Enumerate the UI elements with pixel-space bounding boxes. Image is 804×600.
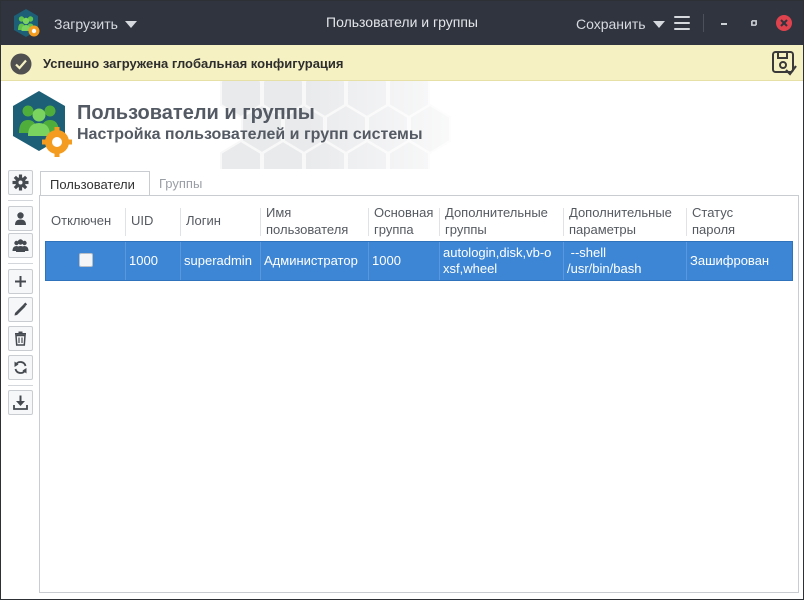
app-logo-icon	[14, 9, 40, 37]
banner-title: Пользователи и группы	[77, 102, 315, 124]
column-header-password-status[interactable]: Статус пароля	[686, 201, 793, 240]
table-header: Отключен UID Логин Имя пользователя Осно…	[45, 201, 793, 240]
header-banner: Пользователи и группы Настройка пользова…	[1, 81, 803, 169]
chevron-down-icon	[124, 21, 137, 28]
refresh-button[interactable]	[8, 355, 33, 380]
gear-icon	[12, 174, 29, 191]
maximize-button[interactable]	[746, 15, 762, 31]
check-circle-icon	[10, 53, 32, 75]
column-header-username[interactable]: Имя пользователя	[260, 201, 368, 240]
cell-extra-groups: autologin,disk,vb-oxsf,wheel	[439, 242, 563, 280]
cell-primary-group: 1000	[368, 242, 439, 280]
users-groups-logo-icon	[13, 91, 72, 157]
cell-extra-params: --shell /usr/bin/bash	[563, 242, 686, 280]
settings-button[interactable]	[8, 170, 33, 195]
cell-uid: 1000	[125, 242, 180, 280]
edit-icon	[14, 302, 28, 316]
add-button[interactable]	[8, 269, 33, 294]
toolbar-divider	[8, 200, 33, 201]
hamburger-menu-icon[interactable]	[674, 16, 690, 30]
notification-bar: Успешно загружена глобальная конфигураци…	[1, 45, 803, 81]
save-label: Сохранить	[576, 16, 646, 32]
banner-subtitle: Настройка пользователей и групп системы	[77, 126, 423, 143]
delete-button[interactable]	[8, 326, 33, 351]
save-menu-button[interactable]: Сохранить	[576, 14, 665, 34]
toolbar-divider	[8, 263, 33, 264]
cell-username: Администратор	[260, 242, 368, 280]
add-icon	[15, 276, 26, 287]
group-icon	[12, 239, 29, 252]
app-window: Загрузить Пользователи и группы Сохранит…	[0, 0, 804, 600]
groups-view-button[interactable]	[8, 233, 33, 258]
minimize-button[interactable]	[717, 15, 731, 31]
title-bar: Загрузить Пользователи и группы Сохранит…	[1, 1, 803, 45]
column-header-extra-groups[interactable]: Дополнительные группы	[439, 201, 563, 240]
table-row[interactable]: 1000 superadmin Администратор 1000 autol…	[45, 241, 793, 281]
tab-users[interactable]: Пользователи	[40, 171, 150, 196]
refresh-icon	[14, 361, 27, 374]
load-menu-button[interactable]: Загрузить	[54, 14, 137, 34]
close-button[interactable]	[776, 15, 792, 31]
column-header-uid[interactable]: UID	[125, 201, 180, 240]
users-view-button[interactable]	[8, 206, 33, 231]
hexagon-background	[201, 81, 501, 169]
cell-login: superadmin	[180, 242, 260, 280]
user-icon	[15, 212, 26, 225]
download-button[interactable]	[8, 390, 33, 415]
cell-password-status: Зашифрован	[686, 242, 792, 280]
load-label: Загрузить	[54, 16, 118, 32]
tab-groups[interactable]: Группы	[150, 171, 220, 196]
titlebar-divider	[703, 14, 704, 32]
download-icon	[13, 395, 28, 410]
column-header-primary-group[interactable]: Основная группа	[368, 201, 439, 240]
column-header-extra-params[interactable]: Дополнительные параметры	[563, 201, 686, 240]
notification-text: Успешно загружена глобальная конфигураци…	[43, 56, 344, 71]
disabled-checkbox[interactable]	[79, 253, 93, 267]
toolbar-divider	[8, 385, 33, 386]
edit-button[interactable]	[8, 297, 33, 322]
column-header-disabled[interactable]: Отключен	[45, 201, 125, 240]
save-config-icon[interactable]	[771, 50, 797, 76]
delete-icon	[15, 331, 26, 346]
column-header-login[interactable]: Логин	[180, 201, 260, 240]
chevron-down-icon	[652, 21, 665, 28]
